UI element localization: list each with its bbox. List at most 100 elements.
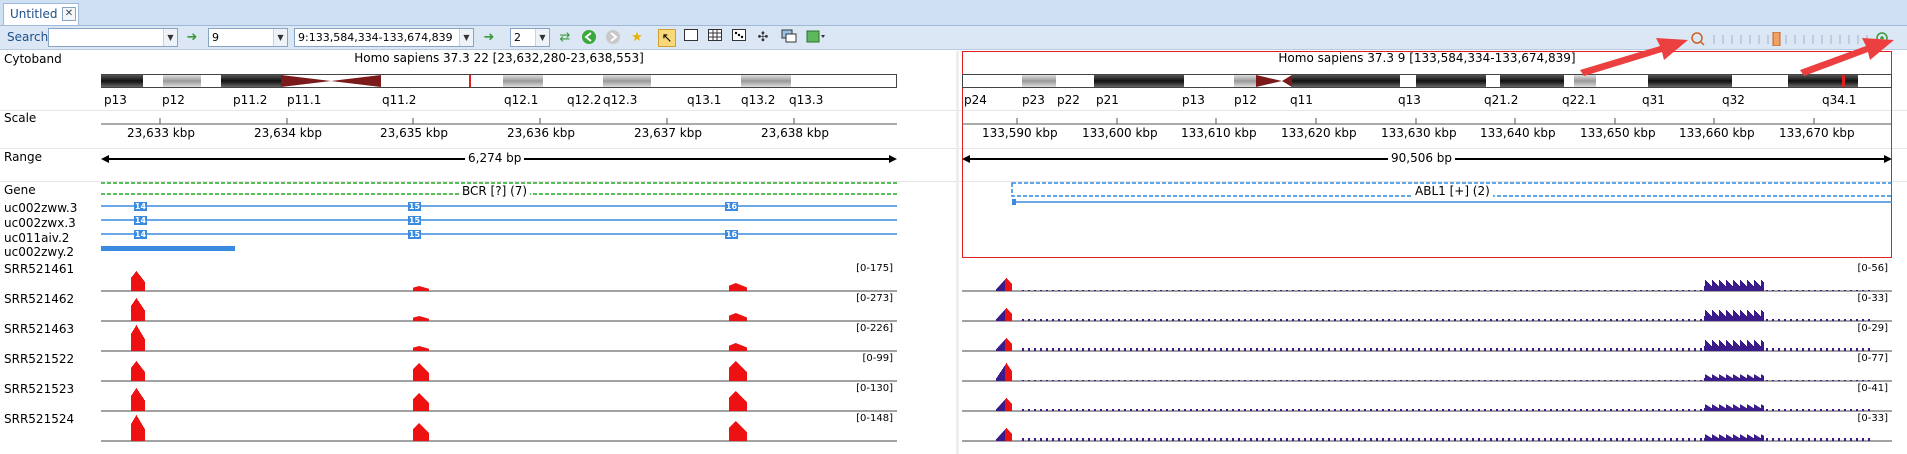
dots-icon[interactable] — [730, 29, 748, 47]
coverage-bar — [1382, 409, 1384, 411]
window-icon[interactable] — [780, 29, 798, 47]
back-icon[interactable] — [580, 29, 598, 47]
right-gene-name[interactable]: ABL1 [+] (2) — [1412, 184, 1493, 198]
coverage-bar — [999, 315, 1000, 321]
coverage-bar — [1232, 319, 1234, 321]
coverage-bar — [419, 393, 420, 411]
refresh-icon[interactable]: ⇄ — [556, 29, 574, 47]
coverage-bar — [144, 309, 145, 321]
cytoband-label: p22 — [1057, 93, 1080, 107]
coverage-track[interactable] — [101, 262, 897, 292]
coverage-bar — [1076, 290, 1078, 291]
coverage-bar — [1744, 284, 1745, 291]
coverage-bar — [1746, 346, 1747, 351]
close-tab-icon[interactable]: ✕ — [62, 7, 76, 21]
coverage-bar — [415, 317, 416, 321]
bookmark-icon[interactable]: ★ — [628, 29, 646, 47]
coverage-bar — [999, 285, 1000, 291]
go-arrow-icon[interactable]: ➜ — [480, 29, 498, 47]
coverage-bar — [1346, 290, 1348, 291]
coverage-bar — [1334, 380, 1336, 381]
coverage-bar — [419, 423, 420, 441]
coverage-bar — [1705, 434, 1706, 441]
coverage-bar — [1382, 348, 1384, 351]
coverage-track[interactable] — [962, 292, 1892, 322]
scale-tick-label: 133,610 kbp — [1181, 126, 1257, 140]
left-gene-name[interactable]: BCR [?] (7) — [459, 184, 531, 198]
coverage-bar — [1772, 290, 1774, 291]
coverage-track[interactable] — [962, 382, 1892, 412]
coverage-bar — [1466, 348, 1468, 351]
coverage-bar — [1716, 376, 1717, 381]
forward-icon[interactable] — [604, 29, 622, 47]
coverage-bar — [1106, 438, 1108, 441]
tab-untitled[interactable]: Untitled ✕ — [3, 3, 79, 25]
coverage-bar — [1730, 284, 1731, 291]
coverage-bar — [1040, 409, 1042, 411]
coverage-track[interactable] — [101, 382, 897, 412]
chevron-down-icon[interactable]: ▼ — [273, 29, 287, 46]
search-input[interactable]: ▼ — [48, 28, 178, 47]
coverage-track[interactable] — [101, 292, 897, 322]
coverage-bar — [1316, 319, 1318, 321]
cytoband-label: Cytoband — [4, 52, 62, 66]
coverage-bar — [135, 416, 136, 441]
coverage-bar — [1712, 374, 1713, 381]
location-input[interactable]: 9:133,584,334-133,674,839 ▼ — [294, 28, 474, 47]
coverage-bar — [1118, 438, 1120, 441]
transcript-label: uc002zww.3 — [4, 201, 78, 215]
coverage-bar — [1124, 348, 1126, 351]
coverage-bar — [1749, 282, 1750, 291]
coverage-bar — [1802, 319, 1804, 321]
coverage-bar — [1748, 435, 1749, 441]
network-icon[interactable]: ✣ — [754, 29, 772, 47]
sample-label: SRR521461 — [4, 262, 75, 276]
grid-icon[interactable] — [706, 29, 724, 47]
chevron-down-icon[interactable]: ▼ — [459, 29, 473, 46]
coverage-bar — [1742, 405, 1743, 411]
coverage-bar — [735, 361, 736, 381]
coverage-track[interactable] — [101, 412, 897, 442]
coverage-bar — [1520, 348, 1522, 351]
coverage-bar — [1731, 377, 1732, 381]
coverage-bar — [1716, 344, 1717, 351]
cytoband-label: q11 — [1290, 93, 1313, 107]
coverage-bar — [1790, 409, 1792, 411]
export-icon[interactable] — [806, 29, 825, 47]
chevron-down-icon[interactable]: ▼ — [163, 29, 177, 46]
coverage-bar — [1700, 348, 1702, 351]
right-cytoband-ideogram[interactable] — [962, 68, 1892, 94]
cytoband-label: q32 — [1722, 93, 1745, 107]
coverage-bar — [1724, 345, 1725, 351]
coverage-bar — [1011, 433, 1012, 441]
coverage-track[interactable] — [962, 352, 1892, 382]
coverage-bar — [1712, 404, 1713, 411]
coverage-bar — [733, 313, 734, 321]
chromosome-select[interactable]: 9 ▼ — [208, 28, 288, 47]
coverage-bar — [1472, 409, 1474, 411]
coverage-bar — [1704, 438, 1705, 441]
panel-count-select[interactable]: 2 ▼ — [510, 28, 550, 47]
coverage-bar — [1058, 290, 1060, 291]
coverage-bar — [744, 399, 745, 411]
left-transcripts[interactable] — [101, 200, 897, 260]
coverage-track[interactable] — [962, 412, 1892, 442]
coverage-track[interactable] — [962, 262, 1892, 292]
coverage-bar — [1502, 409, 1504, 411]
zoom-slider[interactable] — [1690, 32, 1890, 46]
coverage-bar — [427, 288, 428, 291]
chevron-down-icon[interactable]: ▼ — [535, 29, 549, 46]
single-panel-icon[interactable] — [682, 29, 700, 47]
coverage-bar — [1070, 438, 1072, 441]
panel-splitter[interactable] — [956, 51, 959, 454]
coverage-track[interactable] — [962, 322, 1892, 352]
coverage-track[interactable] — [101, 322, 897, 352]
go-arrow-icon[interactable]: ➜ — [183, 29, 201, 47]
coverage-bar — [998, 286, 999, 291]
coverage-bar — [1532, 319, 1534, 321]
coverage-bar — [1574, 438, 1576, 441]
left-cytoband-ideogram[interactable] — [101, 68, 897, 94]
select-tool-icon[interactable]: ↖ — [658, 29, 676, 47]
coverage-bar — [422, 316, 423, 321]
coverage-track[interactable] — [101, 352, 897, 382]
